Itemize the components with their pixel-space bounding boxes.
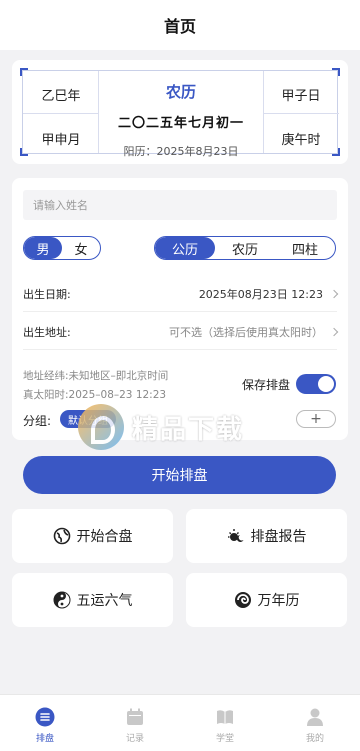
chevron-right-icon	[329, 289, 339, 298]
calendar-frame: 乙巳年 甲申月 甲子日 庚午时 农历 二〇二五年七月初一 阳历：2025年8月2…	[20, 68, 340, 158]
corner-ornament	[20, 148, 28, 156]
divider	[23, 113, 98, 114]
birth-place-value-wrap: 可不选（选择后使用真太阳时）	[169, 324, 339, 340]
calendar-type-solar[interactable]: 公历	[155, 237, 215, 259]
start-chart-button[interactable]: 开始排盘	[23, 456, 336, 494]
birth-place-value: 可不选（选择后使用真太阳时）	[169, 325, 323, 339]
name-input[interactable]	[23, 190, 337, 220]
book-icon	[217, 710, 233, 724]
gender-option-male[interactable]: 男	[24, 237, 62, 259]
birth-place-row[interactable]: 出生地址: 可不选（选择后使用真太阳时）	[23, 314, 339, 350]
tile-label: 开始合盘	[76, 529, 133, 545]
tile-start-hepan[interactable]: 开始合盘	[12, 509, 173, 563]
toggle-knob	[318, 376, 334, 392]
corner-ornament	[332, 68, 340, 76]
calendar-center: 农历 二〇二五年七月初一 阳历：2025年8月23日	[109, 71, 253, 159]
sun-moon-icon	[227, 527, 245, 545]
calendar-type-selector: 公历 农历 四柱	[154, 236, 336, 260]
user-icon	[307, 708, 323, 726]
tab-school[interactable]: 学堂	[180, 695, 270, 751]
chart-icon	[35, 707, 55, 727]
watermark-text: 精品下载	[132, 414, 245, 445]
divider	[98, 71, 99, 153]
birth-place-label: 出生地址:	[23, 325, 71, 339]
calendar-type-sizhu[interactable]: 四柱	[275, 237, 335, 259]
calendar-card: 乙巳年 甲申月 甲子日 庚午时 农历 二〇二五年七月初一 阳历：2025年8月2…	[12, 60, 348, 164]
tab-label: 我的	[305, 734, 324, 744]
birth-date-row[interactable]: 出生日期: 2025年08月23日 12:23	[23, 276, 339, 312]
corner-ornament	[20, 68, 28, 76]
calendar-type-lunar[interactable]: 农历	[215, 237, 275, 259]
calendar-icon	[127, 708, 143, 725]
tile-label: 排盘报告	[250, 529, 307, 545]
tab-label: 学堂	[215, 734, 234, 744]
birth-date-value-wrap: 2025年08月23日 12:23	[198, 286, 339, 302]
tile-perpetual-calendar[interactable]: 万年历	[186, 573, 347, 627]
chevron-right-icon	[329, 327, 339, 336]
hour-ganzhi: 庚午时	[281, 133, 321, 148]
save-chart-toggle[interactable]	[296, 374, 336, 394]
nongli-label: 农历	[165, 83, 196, 101]
true-solar-time: 真太阳时:2025–08–23 12:23	[23, 389, 167, 401]
year-ganzhi: 乙巳年	[41, 89, 81, 104]
gender-selector: 男 女	[23, 236, 101, 260]
corner-ornament	[332, 148, 340, 156]
tile-label: 五运六气	[76, 593, 133, 609]
page-title: 首页	[163, 17, 196, 36]
tile-chart-report[interactable]: 排盘报告	[186, 509, 347, 563]
save-chart-label: 保存排盘	[241, 377, 290, 392]
month-ganzhi: 甲申月	[41, 133, 81, 148]
tile-wuyun-liuqi[interactable]: 五运六气	[12, 573, 173, 627]
address-info: 地址经纬:未知地区–即北京时间	[23, 370, 169, 382]
day-ganzhi: 甲子日	[281, 89, 321, 104]
nongli-date: 二〇二五年七月初一	[117, 116, 244, 131]
solar-date: 阳历：2025年8月23日	[123, 145, 239, 158]
yin-yang-icon	[53, 591, 71, 609]
bottom-tab-bar: 排盘 记录 学堂 我的	[0, 694, 360, 751]
swirl-icon	[234, 591, 252, 609]
header-bar: 首页	[0, 0, 360, 50]
birth-date-label: 出生日期:	[23, 287, 71, 301]
save-chart-setting: 保存排盘	[242, 374, 336, 394]
tab-label: 记录	[125, 734, 144, 744]
globe-icon	[53, 527, 71, 545]
tab-mine[interactable]: 我的	[270, 695, 360, 751]
gender-option-female[interactable]: 女	[62, 237, 100, 259]
divider	[263, 71, 264, 153]
tab-records[interactable]: 记录	[90, 695, 180, 751]
tile-label: 万年历	[257, 593, 300, 609]
divider	[263, 113, 339, 114]
tab-label: 排盘	[35, 734, 54, 744]
birth-date-value: 2025年08月23日 12:23	[198, 287, 323, 301]
group-label: 分组:	[23, 414, 52, 428]
tab-paipan[interactable]: 排盘	[0, 695, 90, 751]
watermark-logo-icon	[78, 404, 124, 450]
birth-form-card: 男 女 公历 农历 四柱 出生日期: 2025年08月23日 12:23 出生地…	[12, 178, 348, 440]
add-group-button[interactable]: +	[296, 410, 336, 428]
watermark: 精品下载	[78, 404, 244, 450]
